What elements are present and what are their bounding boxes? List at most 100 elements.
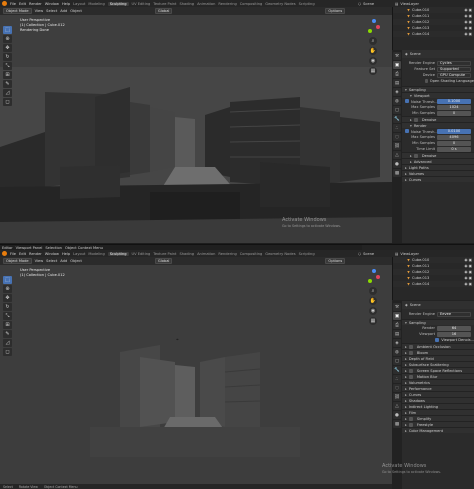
time-limit-field[interactable]: 0 s [437,146,471,152]
cursor-icon[interactable]: ⊕ [3,285,12,293]
axis-gizmo[interactable] [364,269,382,285]
world-tab-icon[interactable]: ◍ [393,348,401,356]
viewport-samples-field[interactable]: 16 [437,331,471,337]
render-engine-dropdown[interactable]: Eevee [437,311,471,317]
camera-view-icon[interactable]: ◉ [369,57,377,65]
world-tab-icon[interactable]: ◍ [393,97,401,105]
constraints-tab-icon[interactable]: ⛓ [393,142,401,150]
render-samples-field[interactable]: 64 [437,325,471,331]
tab-shading[interactable]: Shading [179,252,194,256]
particles-tab-icon[interactable]: ∴ [393,375,401,383]
visibility-icon[interactable]: ◉ ▣ [464,282,472,286]
section-checkbox[interactable] [408,374,413,379]
constraints-tab-icon[interactable]: ⛓ [393,393,401,401]
add-cube-icon[interactable]: ◻ [3,98,12,106]
menu-edit[interactable]: Edit [19,252,26,256]
min-samples-r-field[interactable]: 0 [437,140,471,146]
visibility-icon[interactable]: ◉ ▣ [464,8,472,12]
section-color-management[interactable]: ▸ Color Management [402,427,474,433]
y-axis-icon[interactable] [368,29,372,33]
orientation-dropdown[interactable]: Global [154,8,173,14]
view-menu[interactable]: View [35,259,44,263]
viewlayer-selector[interactable]: ▤ ViewLayer [392,0,474,7]
tab-modeling[interactable]: Modeling [88,2,104,6]
noise-threshold-r-field[interactable]: 0.0100 [437,128,471,134]
output-tab-icon[interactable]: ⎙ [393,70,401,78]
menu-window[interactable]: Window [45,2,59,6]
section-checkbox[interactable] [408,416,413,421]
outliner-item[interactable]: Cube.014 ◉ ▣ [393,31,474,37]
menu-file[interactable]: File [10,252,16,256]
z-axis-icon[interactable] [372,269,376,273]
add-cube-icon[interactable]: ◻ [3,348,12,356]
annotate-icon[interactable]: ✎ [3,330,12,338]
min-samples-vp-field[interactable]: 0 [437,110,471,116]
measure-icon[interactable]: ◿ [3,89,12,97]
axis-gizmo[interactable] [364,19,382,35]
zoom-icon[interactable]: ⌕ [369,37,377,45]
menu-help[interactable]: Help [62,2,70,6]
outliner-item[interactable]: Cube.014 ◉ ▣ [393,281,474,287]
tab-rendering[interactable]: Rendering [218,252,236,256]
object-tab-icon[interactable]: ▢ [393,357,401,365]
render-engine-dropdown[interactable]: Cycles [437,60,471,66]
object-mode-dropdown[interactable]: Object Mode [3,258,32,264]
blender-logo-icon[interactable] [2,1,7,6]
tool-tab-icon[interactable]: ⚒ [393,303,401,311]
tab-compositing[interactable]: Compositing [240,252,263,256]
grid-view-icon[interactable]: ▦ [369,67,377,75]
navigation-gizmo[interactable]: ⌕ ✋ ◉ ▦ [364,19,382,75]
noise-threshold-vp-field[interactable]: 0.1000 [437,98,471,104]
menu-file[interactable]: File [10,2,16,6]
select-menu[interactable]: Select [46,9,57,13]
menu-render[interactable]: Render [29,2,42,6]
visibility-icon[interactable]: ◉ ▣ [464,26,472,30]
particles-tab-icon[interactable]: ∴ [393,124,401,132]
tab-texture-paint[interactable]: Texture Paint [153,252,176,256]
viewport-3d[interactable]: Object Mode View Select Add Object Globa… [0,7,392,243]
tab-rendering[interactable]: Rendering [218,2,236,6]
move-icon[interactable]: ✥ [3,294,12,302]
add-menu[interactable]: Add [60,9,67,13]
render-tab-icon[interactable]: ▣ [393,61,401,69]
scene-tab-icon[interactable]: ◈ [393,339,401,347]
z-axis-icon[interactable] [372,19,376,23]
viewport-denoising-checkbox[interactable] [435,338,440,342]
scene-selector[interactable]: ⬡ Scene [355,250,392,257]
blender-logo-icon[interactable] [2,251,7,256]
options-dropdown[interactable]: Options [325,8,346,14]
view-layer-tab-icon[interactable]: ▤ [393,330,401,338]
visibility-icon[interactable]: ◉ ▣ [464,258,472,262]
visibility-icon[interactable]: ◉ ▣ [464,32,472,36]
modifier-tab-icon[interactable]: 🔧 [393,115,401,123]
menu-edit[interactable]: Edit [19,2,26,6]
view-layer-tab-icon[interactable]: ▤ [393,79,401,87]
viewlayer-selector[interactable]: ▤ ViewLayer [392,250,474,257]
visibility-icon[interactable]: ◉ ▣ [464,20,472,24]
render-tab-icon[interactable]: ▣ [393,312,401,320]
visibility-icon[interactable]: ◉ ▣ [464,276,472,280]
section-checkbox[interactable] [408,368,413,373]
tab-geometry-nodes[interactable]: Geometry Nodes [265,252,295,256]
transform-icon[interactable]: ⊞ [3,321,12,329]
x-axis-icon[interactable] [376,25,380,29]
scale-icon[interactable]: ⤡ [3,62,12,70]
object-menu[interactable]: Object [70,9,82,13]
rotate-icon[interactable]: ↻ [3,303,12,311]
select-menu[interactable]: Select [46,259,57,263]
object-tab-icon[interactable]: ▢ [393,106,401,114]
orientation-dropdown[interactable]: Global [154,258,173,264]
x-axis-icon[interactable] [376,275,380,279]
output-tab-icon[interactable]: ⎙ [393,321,401,329]
max-samples-vp-field[interactable]: 1024 [437,104,471,110]
annotate-icon[interactable]: ✎ [3,80,12,88]
tab-geometry-nodes[interactable]: Geometry Nodes [265,2,295,6]
noise-threshold-checkbox[interactable] [405,98,409,103]
tab-sculpting[interactable]: Sculpting [107,1,129,6]
cursor-icon[interactable]: ⊕ [3,35,12,43]
add-menu[interactable]: Add [60,259,67,263]
tab-uv-editing[interactable]: UV Editing [132,2,151,6]
object-menu[interactable]: Object [70,259,82,263]
scene-selector[interactable]: ⬡ Scene [355,0,392,7]
zoom-icon[interactable]: ⌕ [369,287,377,295]
